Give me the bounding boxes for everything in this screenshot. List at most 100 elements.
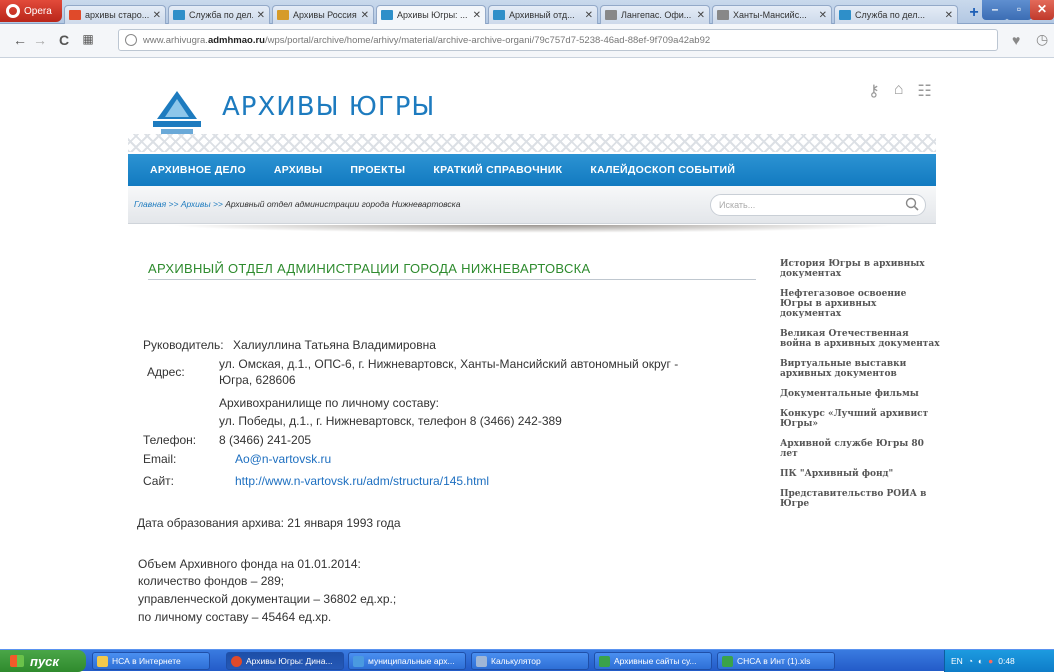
volume-icon[interactable]: ◐ <box>978 656 983 666</box>
taskbar-item[interactable]: СНСА в Инт (1).xls <box>717 652 835 670</box>
storage-address: ул. Победы, д.1., г. Нижневартовск, теле… <box>219 414 562 428</box>
phone-label: Телефон: <box>143 433 197 447</box>
close-tab-icon[interactable]: ✕ <box>945 10 953 21</box>
reload-icon[interactable]: C <box>56 32 72 48</box>
language-indicator[interactable]: EN <box>951 656 963 666</box>
taskbar-item-active[interactable]: Архивы Югры: Дина... <box>226 652 344 670</box>
minimize-button[interactable]: – <box>982 0 1008 20</box>
new-tab-button[interactable]: + <box>965 5 983 22</box>
close-tab-icon[interactable]: ✕ <box>697 10 705 21</box>
close-tab-icon[interactable]: ✕ <box>153 10 161 21</box>
favicon-icon <box>277 10 289 20</box>
close-tab-icon[interactable]: ✕ <box>361 10 369 21</box>
favicon-icon <box>605 10 617 20</box>
sitemap-icon[interactable]: ☷ <box>917 81 931 101</box>
globe-icon <box>125 34 137 46</box>
sidebar-link-archive-fund[interactable]: ПК "Архивный фонд" <box>780 469 940 479</box>
taskbar-item[interactable]: муниципальные арх... <box>348 652 466 670</box>
browser-tab-active[interactable]: Архивы Югры: ... ✕ <box>376 5 486 24</box>
excel-icon <box>599 655 610 667</box>
calculator-icon <box>476 655 487 667</box>
taskbar-item[interactable]: НСА в Интернете <box>92 652 210 670</box>
browser-tab[interactable]: Служба по дел... ✕ <box>834 5 958 24</box>
sidebar-link-oil-gas[interactable]: Нефтегазовое освоение Югры в архивных до… <box>780 289 940 319</box>
sidebar-link-roia[interactable]: Представительство РОИА в Югре <box>780 489 940 509</box>
top-icons: ⚷ ⌂ ☷ <box>868 81 932 101</box>
head-label: Руководитель: <box>143 338 224 352</box>
taskbar-item[interactable]: Калькулятор <box>471 652 589 670</box>
sidebar-link-documentaries[interactable]: Документальные фильмы <box>780 389 940 399</box>
search-icon[interactable] <box>905 197 919 211</box>
browser-tab[interactable]: Лангепас. Офи... ✕ <box>600 5 710 24</box>
browser-tab[interactable]: архивы старо... ✕ <box>64 5 166 24</box>
network-icon[interactable]: ◔ <box>968 656 973 666</box>
nav-item-archive-affairs[interactable]: АРХИВНОЕ ДЕЛО <box>150 164 246 176</box>
search-input[interactable]: Искать... <box>710 194 926 216</box>
favicon-icon <box>839 10 851 20</box>
start-button[interactable]: пуск <box>0 650 86 672</box>
favicon-icon <box>381 10 393 20</box>
close-tab-icon[interactable]: ✕ <box>257 10 265 21</box>
favicon-icon <box>717 10 729 20</box>
email-link[interactable]: Ao@n-vartovsk.ru <box>235 452 331 466</box>
site-title[interactable]: АРХИВЫ ЮГРЫ <box>222 92 435 122</box>
sidebar-link-contest[interactable]: Конкурс «Лучший архивист Югры» <box>780 409 940 429</box>
browser-tab[interactable]: Архивы Россия... ✕ <box>272 5 374 24</box>
close-tab-icon[interactable]: ✕ <box>473 10 481 21</box>
bookmark-heart-icon[interactable]: ♥ <box>1012 32 1020 48</box>
taskbar: пуск НСА в Интернете Архивы Югры: Дина..… <box>0 649 1054 672</box>
fund-line: по личному составу – 45464 ед.хр. <box>138 610 332 624</box>
storage-label: Архивохранилище по личному составу: <box>219 396 439 410</box>
sidebar-link-history[interactable]: История Югры в архивных документах <box>780 259 940 279</box>
fund-title: Объем Архивного фонда на 01.01.2014: <box>138 557 361 571</box>
system-tray: EN ◔ ◐ ● 0:48 <box>944 650 1054 672</box>
word-icon <box>353 655 364 667</box>
home-icon[interactable]: ⌂ <box>894 81 904 101</box>
opera-tray-icon[interactable]: ● <box>988 656 993 666</box>
maximize-button[interactable]: ▫ <box>1006 0 1032 20</box>
sidebar-link-virtual-exhibitions[interactable]: Виртуальные выставки архивных документов <box>780 359 940 379</box>
website-link[interactable]: http://www.n-vartovsk.ru/adm/structura/1… <box>235 474 489 488</box>
close-tab-icon[interactable]: ✕ <box>819 10 827 21</box>
website-label: Сайт: <box>143 474 175 488</box>
address-line: ул. Омская, д.1., ОПС-6, г. Нижневартовс… <box>219 357 679 371</box>
forward-arrow-icon[interactable]: → <box>32 32 48 48</box>
back-arrow-icon[interactable]: ← <box>12 32 28 48</box>
opera-label: Opera <box>24 5 52 17</box>
opera-icon <box>231 655 242 667</box>
address-label: Адрес: <box>147 365 185 379</box>
sidebar-link-great-war[interactable]: Великая Отечественная война в архивных д… <box>780 329 940 349</box>
fund-line: количество фондов – 289; <box>138 574 285 588</box>
breadcrumb-home[interactable]: Главная <box>134 199 166 209</box>
close-tab-icon[interactable]: ✕ <box>585 10 593 21</box>
header-shadow <box>168 225 898 233</box>
browser-tab[interactable]: Архивный отд... ✕ <box>488 5 598 24</box>
breadcrumb: Главная >> Архивы >> Архивный отдел адми… <box>134 199 461 209</box>
browser-tab[interactable]: Служба по дел... ✕ <box>168 5 270 24</box>
site-logo-icon[interactable] <box>145 87 209 139</box>
title-divider <box>148 279 756 280</box>
sidebar-links: История Югры в архивных документах Нефте… <box>780 259 940 519</box>
nav-item-archives[interactable]: АРХИВЫ <box>274 164 322 176</box>
nav-item-reference[interactable]: КРАТКИЙ СПРАВОЧНИК <box>433 164 562 176</box>
taskbar-item[interactable]: Архивные сайты су... <box>594 652 712 670</box>
opera-menu-button[interactable]: Opera <box>0 0 62 22</box>
clock[interactable]: 0:48 <box>998 656 1015 666</box>
favicon-icon <box>173 10 185 20</box>
browser-tab-strip: Opera архивы старо... ✕ Служба по дел...… <box>0 0 1054 24</box>
nav-item-projects[interactable]: ПРОЕКТЫ <box>350 164 405 176</box>
folder-icon <box>97 655 108 667</box>
close-window-button[interactable]: ✕ <box>1030 0 1054 20</box>
sidebar-link-80-years[interactable]: Архивной службе Югры 80 лет <box>780 439 940 459</box>
breadcrumb-archives[interactable]: Архивы <box>181 199 211 209</box>
extensions-icon[interactable]: ◷ <box>1036 31 1048 48</box>
head-value: Халиуллина Татьяна Владимировна <box>233 338 436 352</box>
browser-tab[interactable]: Ханты-Мансийс... ✕ <box>712 5 832 24</box>
key-icon[interactable]: ⚷ <box>868 81 880 101</box>
speed-dial-icon[interactable]: ▦ <box>80 32 96 46</box>
phone-value: 8 (3466) 241-205 <box>219 433 312 447</box>
nav-item-events[interactable]: КАЛЕЙДОСКОП СОБЫТИЙ <box>590 164 735 176</box>
url-text: www.arhivugra.admhmao.ru/wps/portal/arch… <box>143 34 711 46</box>
url-field[interactable]: www.arhivugra.admhmao.ru/wps/portal/arch… <box>118 29 998 51</box>
favicon-icon <box>69 10 81 20</box>
